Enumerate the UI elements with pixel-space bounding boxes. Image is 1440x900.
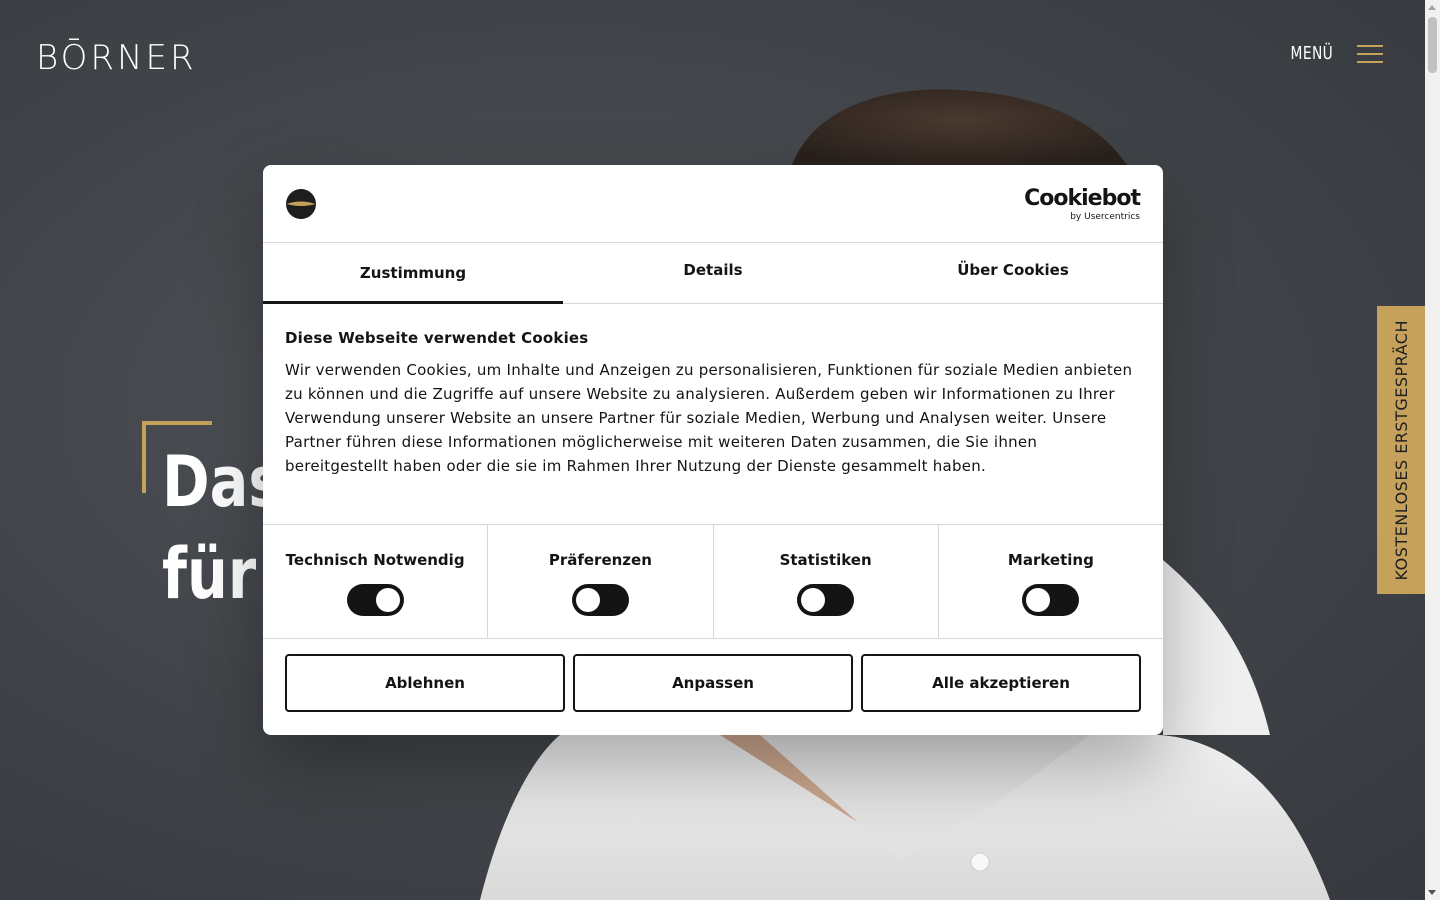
- cookie-consent-dialog: Cookiebot by Usercentrics Zustimmung Det…: [263, 165, 1163, 735]
- free-consultation-label: KOSTENLOSES ERSTGESPRÄCH: [1391, 319, 1411, 581]
- toggle-knob: [375, 588, 400, 612]
- menu-label: MENÜ: [1290, 43, 1333, 64]
- menu-button[interactable]: MENÜ: [1283, 43, 1383, 64]
- toggle-knob: [575, 588, 600, 612]
- tab-consent[interactable]: Zustimmung: [263, 243, 563, 304]
- category-necessary: Technisch Notwendig: [263, 525, 489, 638]
- cookiebot-logo[interactable]: Cookiebot by Usercentrics: [1024, 186, 1141, 222]
- logo-text: BŌRNER: [36, 38, 197, 78]
- consent-title: Diese Webseite verwendet Cookies: [285, 329, 589, 347]
- scroll-down-arrow-icon[interactable]: [1428, 890, 1436, 895]
- preferences-toggle[interactable]: [571, 584, 629, 616]
- cookiebot-name: Cookiebot: [1024, 186, 1141, 211]
- marketing-toggle[interactable]: [1022, 584, 1080, 616]
- tab-details[interactable]: Details: [563, 243, 863, 303]
- customize-button[interactable]: Anpassen: [573, 654, 853, 712]
- site-logo-icon: [286, 189, 316, 219]
- consent-tabs: Zustimmung Details Über Cookies: [263, 243, 1163, 304]
- category-statistics: Statistiken: [714, 525, 939, 638]
- tab-about-cookies[interactable]: Über Cookies: [863, 243, 1163, 303]
- statistics-toggle[interactable]: [797, 584, 855, 616]
- consent-actions: Ablehnen Anpassen Alle akzeptieren: [263, 639, 1163, 712]
- free-consultation-tab[interactable]: KOSTENLOSES ERSTGESPRÄCH: [1377, 306, 1425, 594]
- toggle-knob: [801, 588, 826, 612]
- decline-button[interactable]: Ablehnen: [285, 654, 565, 712]
- cookie-categories: Technisch Notwendig Präferenzen Statisti…: [263, 525, 1163, 639]
- logo-wordmark: BŌRNER: [36, 38, 197, 78]
- hamburger-icon: [1357, 44, 1383, 63]
- category-preferences: Präferenzen: [488, 525, 714, 638]
- toggle-knob: [1026, 588, 1051, 612]
- category-label: Marketing: [1007, 551, 1094, 569]
- category-label: Statistiken: [779, 551, 872, 569]
- category-label: Technisch Notwendig: [285, 551, 465, 569]
- scroll-up-arrow-icon[interactable]: [1428, 5, 1436, 10]
- consent-body: Diese Webseite verwendet Cookies Wir ver…: [263, 304, 1163, 525]
- category-label: Präferenzen: [548, 551, 652, 569]
- accept-all-button[interactable]: Alle akzeptieren: [861, 654, 1141, 712]
- page-scrollbar[interactable]: [1425, 0, 1440, 900]
- cookiebot-subtitle: by Usercentrics: [1070, 212, 1140, 222]
- necessary-toggle[interactable]: [346, 584, 404, 616]
- dialog-header: Cookiebot by Usercentrics: [263, 165, 1163, 243]
- category-marketing: Marketing: [939, 525, 1163, 638]
- scroll-thumb[interactable]: [1428, 17, 1437, 73]
- consent-text: Wir verwenden Cookies, um Inhalte und An…: [285, 361, 1133, 475]
- logo[interactable]: BŌRNER: [36, 38, 197, 78]
